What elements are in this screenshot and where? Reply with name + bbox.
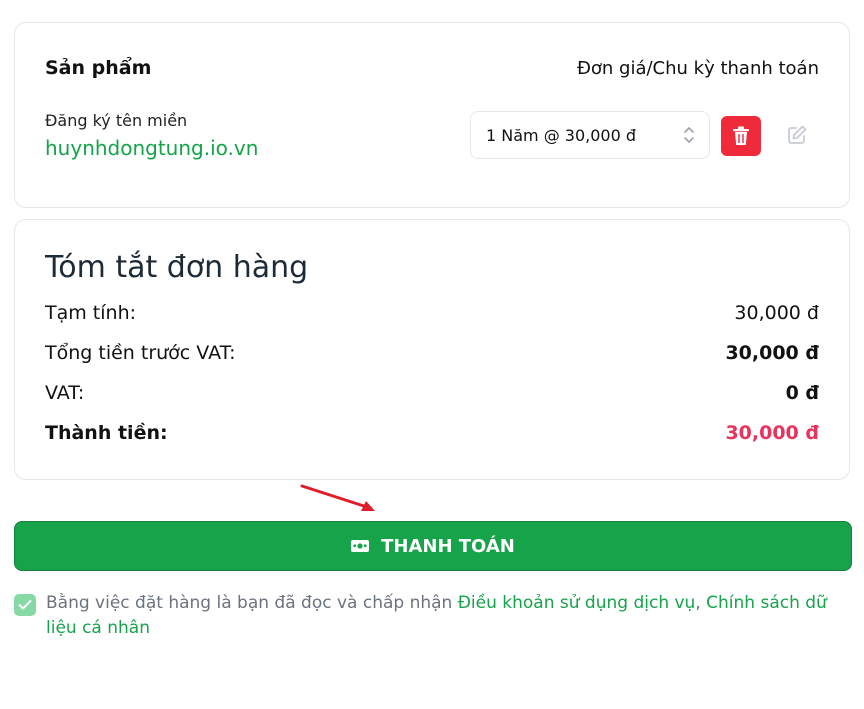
summary-value: 30,000 đ [725,342,819,364]
summary-label: Tổng tiền trước VAT: [45,342,236,364]
terms-prefix: Bằng việc đặt hàng là bạn đã đọc và chấp… [46,593,458,613]
products-card: Sản phẩm Đơn giá/Chu kỳ thanh toán Đăng … [14,22,850,208]
trash-icon [733,126,749,145]
billing-cycle-value: 1 Năm @ 30,000 đ [486,125,637,145]
terms-separator: , [695,593,707,613]
price-column-title: Đơn giá/Chu kỳ thanh toán [576,57,819,79]
chevron-updown-icon [684,127,694,143]
order-summary-card: Tóm tắt đơn hàng Tạm tính: 30,000 đ Tổng… [14,219,850,480]
edit-icon [788,125,807,144]
summary-row-before-vat: Tổng tiền trước VAT: 30,000 đ [45,342,819,364]
summary-value: 30,000 đ [734,302,819,324]
summary-label: VAT: [45,382,85,404]
summary-label: Tạm tính: [45,302,137,324]
item-type: Đăng ký tên miền [45,111,188,130]
edit-item-button[interactable] [785,123,809,147]
summary-row-subtotal: Tạm tính: 30,000 đ [45,302,819,324]
delete-item-button[interactable] [721,116,761,156]
products-header: Sản phẩm Đơn giá/Chu kỳ thanh toán [45,57,819,79]
billing-cycle-select[interactable]: 1 Năm @ 30,000 đ [470,111,710,159]
check-icon [18,600,32,610]
checkout-button-label: THANH TOÁN [381,535,515,557]
payment-icon [351,539,370,553]
terms-checkbox[interactable] [14,594,36,616]
products-title: Sản phẩm [45,57,152,79]
summary-label: Thành tiền: [45,422,168,444]
terms-of-service-link[interactable]: Điều khoản sử dụng dịch vụ [458,593,696,613]
summary-title: Tóm tắt đơn hàng [45,250,309,285]
checkout-button[interactable]: THANH TOÁN [14,521,852,571]
summary-value: 0 đ [785,382,819,404]
summary-row-vat: VAT: 0 đ [45,382,819,404]
annotation-arrow-icon [300,484,375,511]
item-domain: huynhdongtung.io.vn [45,136,259,160]
summary-total-value: 30,000 đ [725,422,819,444]
summary-row-total: Thành tiền: 30,000 đ [45,422,819,444]
terms-text: Bằng việc đặt hàng là bạn đã đọc và chấp… [46,591,846,641]
